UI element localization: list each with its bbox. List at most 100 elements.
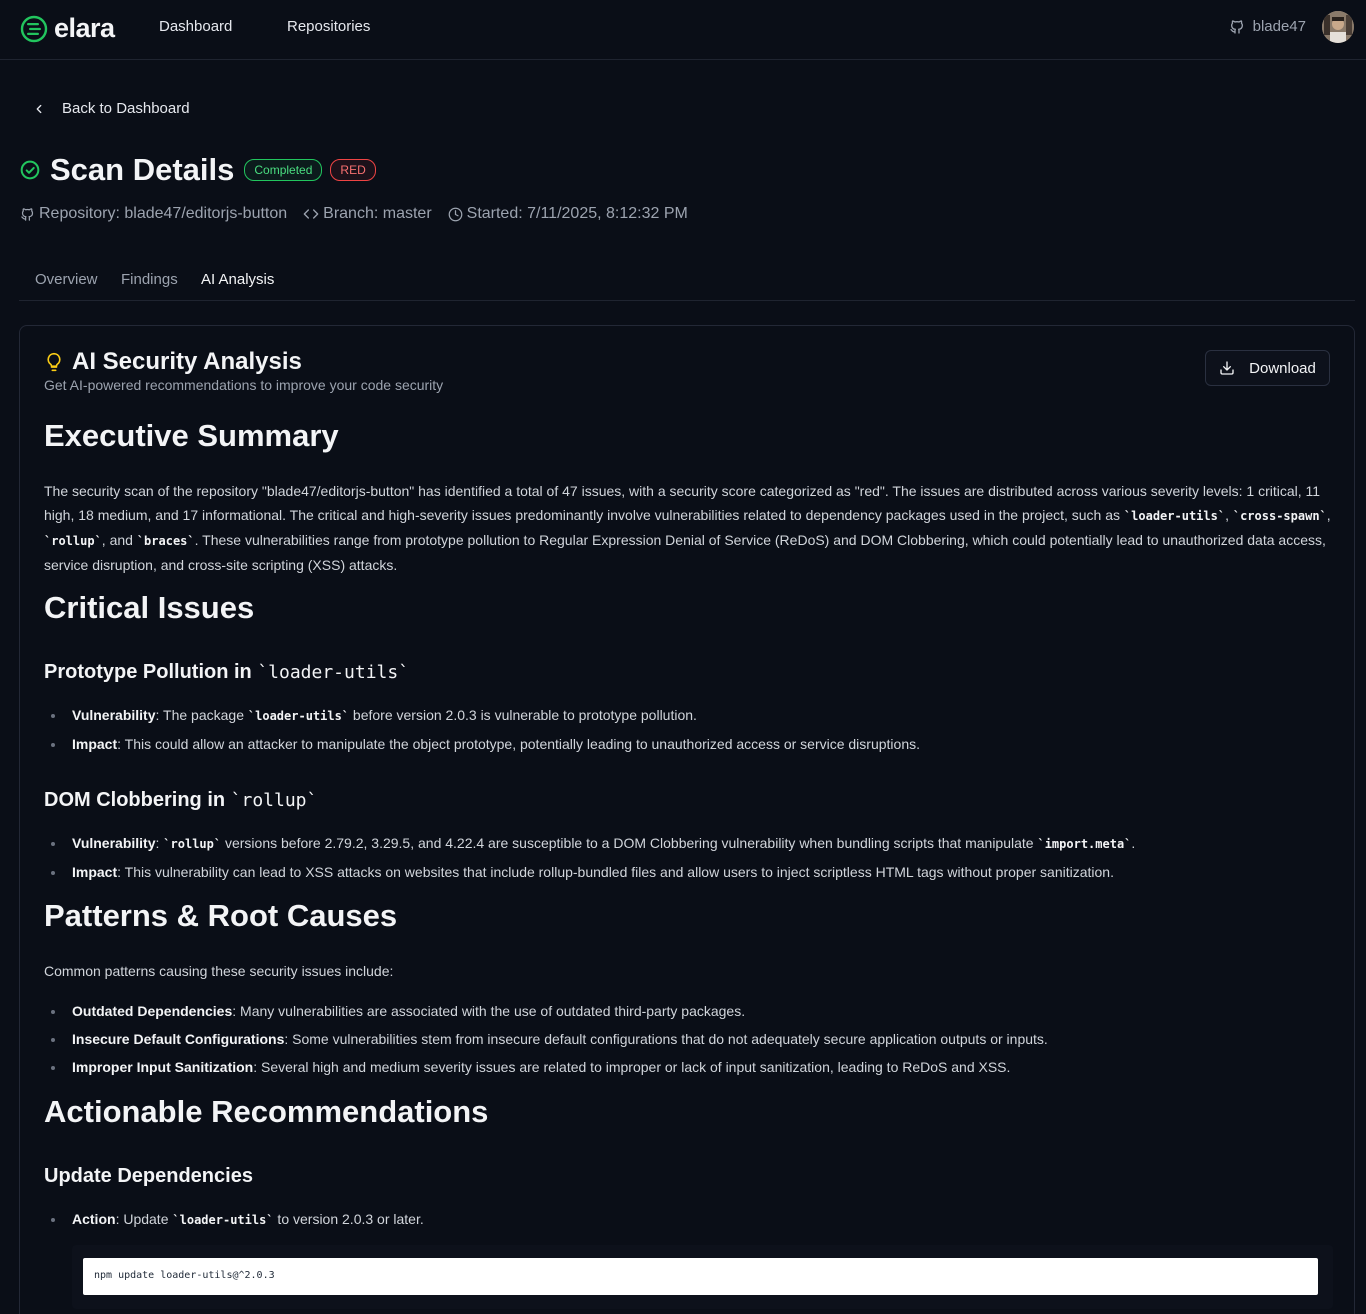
tab-overview[interactable]: Overview: [35, 271, 98, 288]
page-title: Scan Details: [50, 152, 235, 187]
inline-code: `loader-utils`: [1123, 509, 1226, 523]
list-item-text: : Many vulnerabilities are associated wi…: [232, 1003, 746, 1019]
download-button[interactable]: Download: [1205, 350, 1330, 386]
list-item-label: Action: [72, 1211, 116, 1227]
inline-code: `rollup`: [44, 534, 102, 548]
list-item: Improper Input Sanitization: Several hig…: [44, 1053, 1334, 1081]
issue-2-list: Vulnerability: `rollup` versions before …: [44, 829, 1334, 886]
list-item-text: to version 2.0.3 or later.: [273, 1211, 424, 1227]
repository-text: Repository: blade47/editorjs-button: [39, 205, 288, 222]
card-title-text: AI Security Analysis: [72, 348, 302, 375]
list-item-text: : This could allow an attacker to manipu…: [117, 736, 920, 752]
list-item-text: : Update: [115, 1211, 173, 1227]
scan-meta: Repository: blade47/editorjs-button Bran…: [20, 205, 688, 223]
heading-executive-summary: Executive Summary: [44, 418, 339, 453]
list-item: Action: Update `loader-utils` to version…: [44, 1205, 1334, 1234]
list-item-label: Outdated Dependencies: [72, 1003, 233, 1019]
list-item: Outdated Dependencies: Many vulnerabilit…: [44, 997, 1334, 1025]
check-circle-icon: [20, 160, 40, 180]
list-item-label: Improper Input Sanitization: [72, 1059, 254, 1075]
list-item-label: Impact: [72, 736, 118, 752]
avatar-image: [1322, 11, 1354, 43]
inline-code: `braces`: [136, 534, 195, 548]
issue-heading-text: DOM Clobbering in: [44, 789, 231, 811]
summary-text-part: . These vulnerabilities range from proto…: [44, 532, 1326, 573]
card-subtitle: Get AI-powered recommendations to improv…: [44, 377, 444, 393]
list-item-text: : Several high and medium severity issue…: [253, 1059, 1011, 1075]
chevron-left-icon: [36, 104, 42, 113]
heading-recommendations: Actionable Recommendations: [44, 1094, 489, 1129]
inline-code: `rollup`: [163, 837, 222, 851]
brand-logo[interactable]: elara: [20, 13, 115, 44]
brand-name: elara: [54, 13, 115, 43]
branch-meta: Branch: master: [303, 205, 432, 223]
tab-ai-analysis[interactable]: AI Analysis: [201, 271, 274, 288]
scan-title-row: Scan Details Completed RED: [20, 152, 376, 188]
list-item-text: .: [1131, 835, 1136, 851]
user-menu[interactable]: blade47: [1229, 18, 1306, 35]
avatar[interactable]: [1322, 11, 1354, 43]
heading-issue-loader-utils: Prototype Pollution in `loader-utils`: [44, 661, 409, 684]
inline-code: `loader-utils`: [247, 709, 350, 723]
repository-meta: Repository: blade47/editorjs-button: [20, 205, 287, 223]
summary-separator: , and: [101, 532, 137, 548]
list-item-text: : This vulnerability can lead to XSS att…: [117, 864, 1114, 880]
github-icon: [21, 207, 34, 221]
list-item-label: Impact: [72, 864, 118, 880]
inline-code: `cross-spawn`: [1232, 509, 1327, 523]
heading-critical-issues: Critical Issues: [44, 590, 255, 625]
summary-separator: ,: [1326, 507, 1331, 523]
code-command: npm update loader-utils@^2.0.3: [94, 1270, 275, 1281]
list-item: Insecure Default Configurations: Some vu…: [44, 1025, 1334, 1053]
code-icon: [303, 209, 319, 219]
issue-heading-code: `loader-utils`: [257, 662, 410, 683]
branch-text: Branch: master: [323, 205, 432, 222]
score-badge: RED: [330, 159, 376, 181]
download-icon: [1220, 361, 1234, 375]
list-item-text: versions before 2.79.2, 3.29.5, and 4.22…: [221, 835, 1038, 851]
issue-1-list: Vulnerability: The package `loader-utils…: [44, 701, 1334, 758]
list-item-text: : Some vulnerabilities stem from insecur…: [284, 1031, 1048, 1047]
heading-update-dependencies: Update Dependencies: [44, 1165, 253, 1187]
clock-icon: [448, 207, 463, 221]
code-block-content[interactable]: npm update loader-utils@^2.0.3: [83, 1258, 1318, 1295]
inline-code: `import.meta`: [1037, 837, 1132, 851]
inline-code: `loader-utils`: [172, 1213, 274, 1227]
lightbulb-icon: [47, 352, 61, 372]
list-item-label: Vulnerability: [72, 707, 156, 723]
scan-tabs: Overview Findings AI Analysis: [19, 264, 1355, 301]
nav-repositories[interactable]: Repositories: [287, 18, 370, 35]
list-item-label: Insecure Default Configurations: [72, 1031, 285, 1047]
back-label: Back to Dashboard: [62, 100, 190, 117]
nav-dashboard[interactable]: Dashboard: [159, 18, 232, 35]
heading-patterns: Patterns & Root Causes: [44, 898, 398, 933]
patterns-intro: Common patterns causing these security i…: [44, 963, 394, 979]
patterns-list: Outdated Dependencies: Many vulnerabilit…: [44, 997, 1334, 1081]
recommendations-list: Action: Update `loader-utils` to version…: [44, 1205, 1334, 1234]
list-item: Impact: This could allow an attacker to …: [44, 730, 1334, 758]
list-item: Impact: This vulnerability can lead to X…: [44, 858, 1334, 886]
status-badge: Completed: [244, 159, 323, 181]
list-item-text: : The package: [155, 707, 248, 723]
issue-heading-text: Prototype Pollution in: [44, 661, 258, 683]
card-header: AI Security Analysis Get AI-powered reco…: [44, 348, 443, 393]
back-to-dashboard-link[interactable]: Back to Dashboard: [32, 100, 190, 117]
started-meta: Started: 7/11/2025, 8:12:32 PM: [448, 205, 688, 223]
elara-logo-icon: [20, 15, 48, 42]
executive-summary-text: The security scan of the repository "bla…: [44, 479, 1334, 577]
github-icon: [1229, 19, 1243, 34]
top-navbar: elara Dashboard Repositories blade47: [0, 0, 1366, 60]
code-block: npm update loader-utils@^2.0.3: [72, 1245, 1333, 1309]
list-item-text: before version 2.0.3 is vulnerable to pr…: [349, 707, 697, 723]
issue-heading-code: `rollup`: [230, 790, 318, 811]
card-title: AI Security Analysis: [44, 348, 443, 376]
list-item-label: Vulnerability: [72, 835, 156, 851]
tab-findings[interactable]: Findings: [121, 271, 178, 288]
heading-issue-rollup: DOM Clobbering in `rollup`: [44, 789, 317, 812]
username: blade47: [1252, 18, 1306, 35]
list-item: Vulnerability: The package `loader-utils…: [44, 701, 1334, 730]
started-text: Started: 7/11/2025, 8:12:32 PM: [466, 205, 688, 222]
list-item: Vulnerability: `rollup` versions before …: [44, 829, 1334, 858]
summary-separator: ,: [1225, 507, 1229, 523]
download-label: Download: [1249, 359, 1316, 377]
